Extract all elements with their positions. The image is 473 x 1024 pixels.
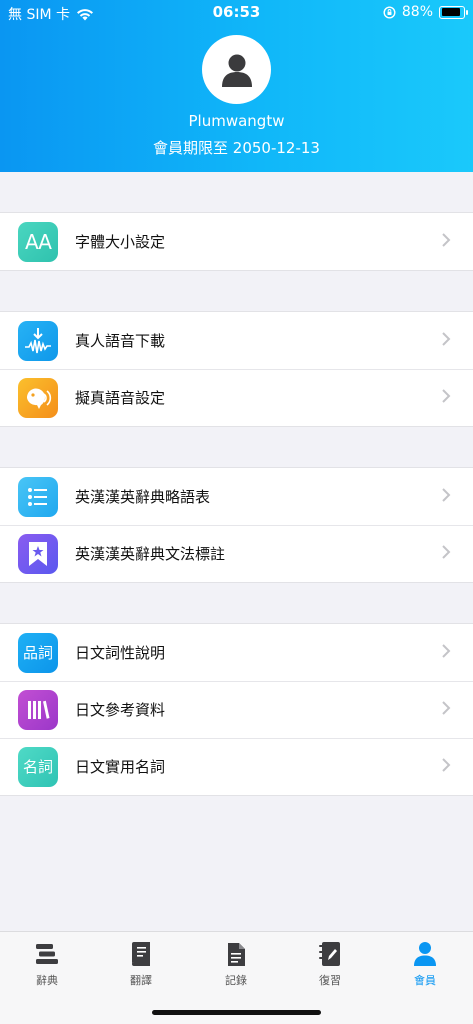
row-label: 日文實用名詞 bbox=[75, 758, 166, 776]
part-of-speech-icon-text: 品詞 bbox=[22, 644, 53, 662]
font-size-icon: AA bbox=[18, 221, 58, 262]
row-label: 擬真語音設定 bbox=[75, 389, 166, 407]
settings-group-display: AA 字體大小設定 bbox=[0, 212, 473, 271]
row-label: 英漢漢英辭典略語表 bbox=[75, 488, 211, 506]
grammar-notation-row[interactable]: 英漢漢英辭典文法標註 bbox=[0, 525, 473, 582]
membership-expiry: 會員期限至 2050-12-13 bbox=[153, 139, 320, 157]
tab-record[interactable]: 記錄 bbox=[206, 940, 266, 988]
tab-dictionary[interactable]: 辭典 bbox=[17, 940, 77, 988]
books-icon bbox=[18, 689, 58, 730]
bookmark-star-icon bbox=[18, 533, 58, 574]
username: Plumwangtw bbox=[188, 112, 285, 130]
row-label: 日文詞性說明 bbox=[75, 644, 166, 662]
row-label: 日文參考資料 bbox=[75, 701, 166, 719]
settings-group-japanese: 品詞 日文詞性說明 日文參考資料 名詞 日文實用名詞 bbox=[0, 623, 473, 796]
voice-settings-icon bbox=[18, 377, 58, 418]
row-label: 英漢漢英辭典文法標註 bbox=[75, 545, 226, 563]
tab-translate[interactable]: 翻譯 bbox=[111, 940, 171, 988]
home-indicator[interactable] bbox=[152, 1010, 321, 1015]
settings-list: AA 字體大小設定 真人語音下載 擬真語音設定 英漢漢英辭典略語表 英漢漢英辭典… bbox=[0, 172, 473, 796]
chevron-right-icon bbox=[442, 701, 451, 715]
chevron-right-icon bbox=[442, 488, 451, 502]
part-of-speech-row[interactable]: 品詞 日文詞性說明 bbox=[0, 624, 473, 681]
chevron-right-icon bbox=[442, 758, 451, 772]
chevron-right-icon bbox=[442, 389, 451, 403]
voice-download-icon bbox=[18, 320, 58, 361]
tab-label: 復習 bbox=[319, 974, 341, 987]
chevron-right-icon bbox=[442, 644, 451, 658]
battery-icon bbox=[439, 5, 468, 19]
font-size-settings-row[interactable]: AA 字體大小設定 bbox=[0, 213, 473, 270]
abbreviation-list-row[interactable]: 英漢漢英辭典略語表 bbox=[0, 468, 473, 525]
chevron-right-icon bbox=[442, 233, 451, 247]
battery-level bbox=[441, 8, 460, 16]
tab-label: 辭典 bbox=[36, 974, 58, 987]
review-icon bbox=[319, 942, 340, 966]
voice-download-row[interactable]: 真人語音下載 bbox=[0, 312, 473, 369]
battery-percent: 88% bbox=[401, 4, 433, 20]
chevron-right-icon bbox=[442, 332, 451, 346]
dictionary-icon bbox=[36, 944, 58, 964]
chevron-right-icon bbox=[442, 545, 451, 559]
tab-label: 翻譯 bbox=[130, 974, 152, 987]
avatar[interactable] bbox=[202, 35, 271, 104]
tab-label: 會員 bbox=[414, 974, 436, 987]
tab-review[interactable]: 復習 bbox=[300, 940, 360, 988]
profile-header: 無 SIM 卡 06:53 88% Plumwangtw 會員期限至 2050-… bbox=[0, 0, 473, 172]
practical-nouns-row[interactable]: 名詞 日文實用名詞 bbox=[0, 738, 473, 795]
record-icon bbox=[228, 942, 245, 966]
tab-label: 記錄 bbox=[225, 974, 247, 987]
settings-group-voice: 真人語音下載 擬真語音設定 bbox=[0, 311, 473, 427]
row-label: 真人語音下載 bbox=[75, 332, 166, 350]
tab-member[interactable]: 會員 bbox=[395, 940, 455, 988]
voice-settings-row[interactable]: 擬真語音設定 bbox=[0, 369, 473, 426]
font-size-icon-text: AA bbox=[25, 229, 52, 254]
part-of-speech-icon: 品詞 bbox=[18, 632, 58, 673]
row-label: 字體大小設定 bbox=[75, 233, 166, 251]
settings-group-dictionary: 英漢漢英辭典略語表 英漢漢英辭典文法標註 bbox=[0, 467, 473, 583]
nouns-icon-text: 名詞 bbox=[22, 758, 53, 776]
status-bar: 無 SIM 卡 06:53 88% bbox=[0, 0, 473, 26]
user-icon bbox=[221, 54, 252, 87]
orientation-lock-icon bbox=[383, 5, 396, 19]
nouns-icon: 名詞 bbox=[18, 746, 58, 787]
translate-icon bbox=[132, 942, 150, 966]
member-icon bbox=[414, 942, 436, 966]
list-icon bbox=[18, 476, 58, 517]
reference-materials-row[interactable]: 日文參考資料 bbox=[0, 681, 473, 738]
